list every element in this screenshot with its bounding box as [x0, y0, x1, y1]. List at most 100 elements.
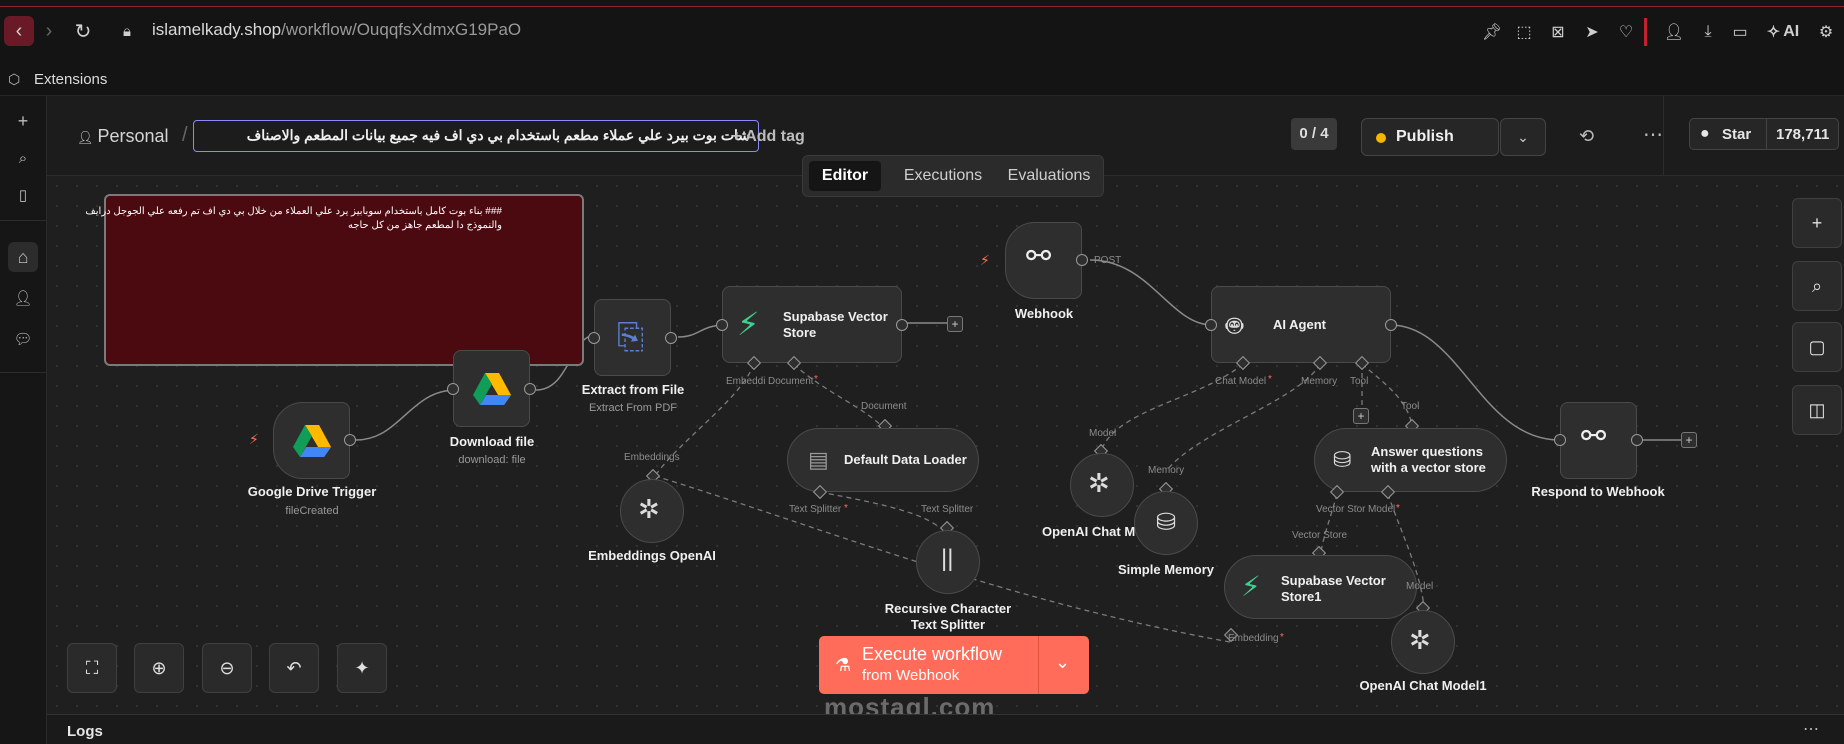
node-answer-questions[interactable]: ⛁ Answer questions with a vector store	[1314, 428, 1507, 492]
required-marker: *	[1396, 503, 1400, 514]
node-google-drive-trigger[interactable]	[273, 402, 350, 479]
required-marker: *	[1280, 632, 1284, 643]
port-label: Tool	[1350, 376, 1369, 387]
port-label: Model	[1089, 428, 1117, 439]
node-subtitle: fileCreated	[285, 505, 339, 517]
database-icon: ⛁	[1333, 447, 1352, 472]
supabase-icon: ⚡︎	[737, 306, 760, 342]
port-label: Model	[1406, 581, 1434, 592]
supabase-icon: ⚡︎	[1241, 571, 1261, 602]
port-label: Text Splitter	[789, 504, 842, 515]
execute-workflow-button[interactable]: ⚗ Execute workflow from Webhook ⌄	[819, 636, 1089, 694]
node-label: Download file	[449, 434, 535, 449]
port-label: POST	[1094, 255, 1122, 266]
file-extract-icon: ⎘	[617, 318, 645, 356]
node-embeddings-openai[interactable]: ✲	[620, 479, 684, 543]
trigger-bolt-icon: ⚡︎	[249, 431, 259, 447]
input-handle[interactable]	[447, 383, 459, 395]
node-label-line2: Store	[783, 325, 817, 340]
input-handle[interactable]	[716, 319, 728, 331]
output-handle[interactable]	[665, 332, 677, 344]
node-supabase-vector-store[interactable]: ⚡︎ Supabase Vector Store	[722, 286, 902, 363]
webhook-icon: ⚯	[1581, 420, 1607, 453]
required-marker: *	[844, 503, 848, 514]
flask-icon: ⚗	[835, 655, 852, 675]
node-label-line2: Store1	[1281, 589, 1322, 604]
required-marker: *	[1268, 374, 1272, 385]
node-extract-from-file[interactable]: ⎘	[594, 299, 671, 376]
execute-subtitle: from Webhook	[862, 667, 960, 684]
chevron-down-icon[interactable]: ⌄	[1055, 652, 1070, 673]
panel-icon[interactable]: ◫	[1792, 385, 1842, 435]
openai-icon: ✲	[1088, 468, 1110, 498]
node-webhook[interactable]: ⚯	[1005, 222, 1082, 299]
logs-panel[interactable]: Logs ⋯	[47, 714, 1844, 744]
sticky-note-line2: والنموذج دا لمطعم جاهز من كل حاجه	[347, 220, 502, 231]
node-label-line1: Supabase Vector	[1281, 573, 1386, 588]
add-node-button[interactable]: +	[1681, 432, 1697, 448]
node-recursive-splitter[interactable]: ||	[916, 530, 980, 594]
node-simple-memory[interactable]: ⛁	[1134, 491, 1198, 555]
node-label: AI Agent	[1273, 317, 1326, 332]
execute-divider	[1038, 636, 1039, 694]
node-label-line1: Supabase Vector	[783, 309, 888, 324]
port-label: Tool	[1401, 401, 1420, 412]
sticky-note[interactable]: ### بناء بوت كامل باستخدام سوبابيز يرد ع…	[85, 194, 584, 366]
port-label: Document	[861, 401, 907, 412]
node-label-line1: Recursive Character	[884, 601, 1012, 616]
sticky-note-icon[interactable]: ▢	[1792, 322, 1842, 372]
node-download-file[interactable]	[453, 350, 530, 427]
execute-title: Execute workflow	[862, 644, 1003, 664]
port-label: Vector Stor	[1316, 504, 1366, 515]
required-marker: *	[814, 374, 818, 385]
node-label: Google Drive Trigger	[247, 484, 377, 499]
more-options-icon[interactable]: ⋯	[1803, 719, 1819, 739]
port-label: Text Splitter	[921, 504, 974, 515]
port-label: Chat Model	[1215, 376, 1267, 387]
search-nodes-icon[interactable]: ⌕	[1792, 261, 1842, 311]
openai-icon: ✲	[638, 494, 660, 524]
node-label: Webhook	[1014, 306, 1074, 321]
add-node-button[interactable]: +	[947, 316, 963, 332]
node-default-data-loader[interactable]: ▤ Default Data Loader	[787, 428, 979, 492]
node-label-line1: Answer questions	[1371, 444, 1483, 459]
dashed-connection	[1361, 363, 1413, 429]
zoom-out-icon[interactable]: ⊖	[202, 643, 252, 693]
port-label: Vector Store	[1292, 530, 1348, 541]
output-handle[interactable]	[1385, 319, 1397, 331]
node-supabase-vector-store1[interactable]: ⚡︎ Supabase Vector Store1	[1224, 555, 1417, 619]
node-openai-chat-model[interactable]: ✲	[1070, 453, 1134, 517]
webhook-icon: ⚯	[1026, 240, 1052, 273]
node-label: Simple Memory	[1117, 562, 1215, 577]
node-label-line2: Text Splitter	[910, 617, 986, 632]
output-handle[interactable]	[524, 383, 536, 395]
port-label: Embeddings	[624, 452, 680, 463]
node-openai-chat-model1[interactable]: ✲	[1391, 610, 1455, 674]
node-respond-to-webhook[interactable]: ⚯	[1560, 402, 1637, 479]
node-subtitle: Extract From PDF	[588, 402, 677, 414]
output-handle[interactable]	[1631, 434, 1643, 446]
splitter-icon: ||	[941, 545, 954, 572]
port-label: Embeddi	[726, 376, 766, 387]
sticky-note-line1: ### بناء بوت كامل باستخدام سوبابيز يرد ع…	[85, 206, 502, 217]
fit-view-icon[interactable]: ⛶	[67, 643, 117, 693]
input-handle[interactable]	[1205, 319, 1217, 331]
trigger-bolt-icon: ⚡︎	[980, 252, 990, 268]
add-tool-button[interactable]: +	[1353, 408, 1369, 424]
port-label: Embedding	[1228, 633, 1279, 644]
google-drive-icon	[473, 373, 511, 405]
add-node-icon[interactable]: +	[1792, 198, 1842, 248]
google-drive-icon	[293, 425, 331, 457]
output-handle[interactable]	[1076, 254, 1088, 266]
data-loader-icon: ▤	[808, 447, 829, 472]
input-handle[interactable]	[1554, 434, 1566, 446]
zoom-in-icon[interactable]: ⊕	[134, 643, 184, 693]
port-label: Memory	[1148, 465, 1185, 476]
connection-line	[355, 389, 457, 441]
node-ai-agent[interactable]: 🤖︎ AI Agent	[1211, 286, 1391, 363]
input-handle[interactable]	[588, 332, 600, 344]
undo-icon[interactable]: ↶	[269, 643, 319, 693]
output-handle[interactable]	[896, 319, 908, 331]
tidy-up-icon[interactable]: ✦	[337, 643, 387, 693]
output-handle[interactable]	[344, 434, 356, 446]
